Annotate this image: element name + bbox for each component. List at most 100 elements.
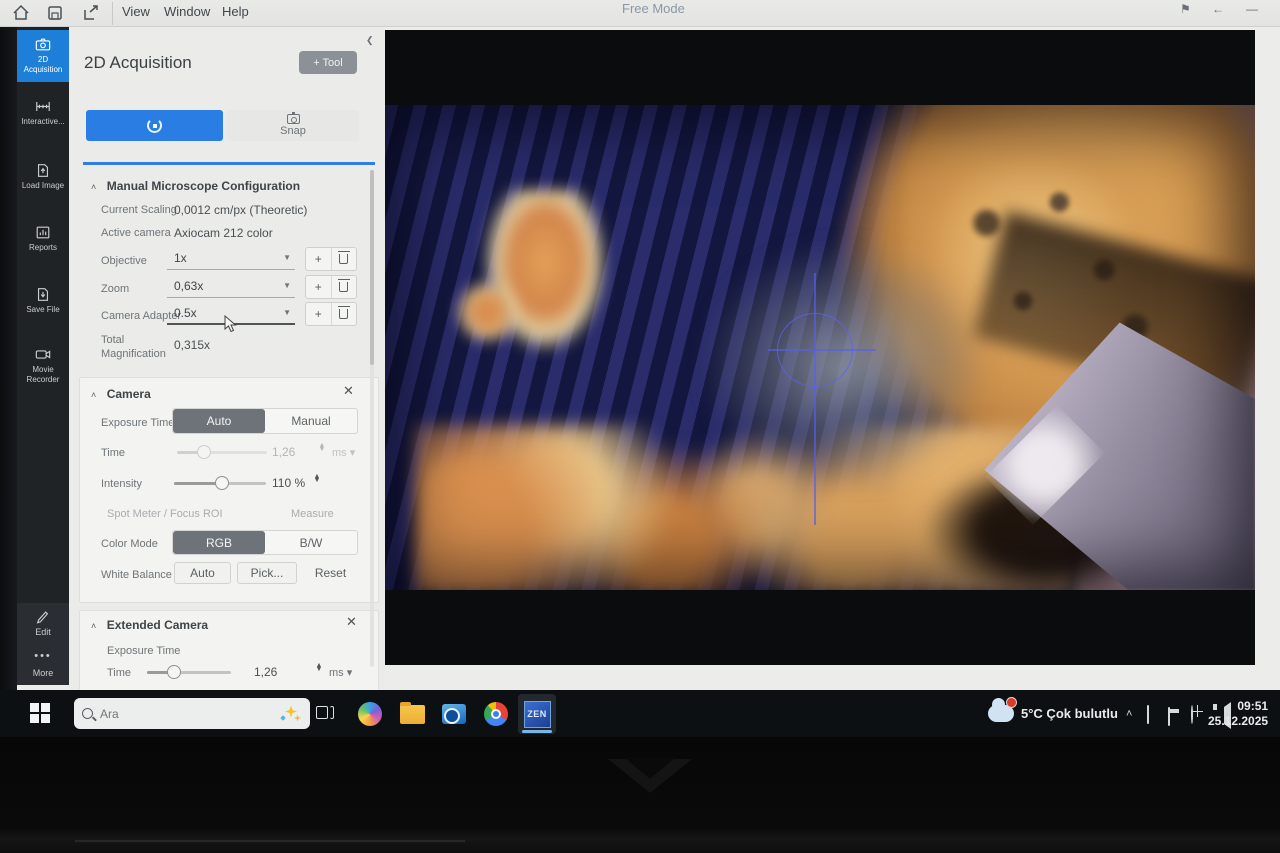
color-mode-rgb-button[interactable]: RGB	[173, 531, 265, 554]
objective-dropdown[interactable]: 1x ▼	[167, 248, 295, 270]
image-vignette	[385, 105, 1255, 590]
sidebar-item-label: Load Image	[22, 181, 64, 191]
sidebar-item-save-file[interactable]: Save File	[17, 280, 69, 322]
sidebar-item-reports[interactable]: Reports	[17, 218, 69, 260]
white-balance-label: White Balance	[101, 569, 172, 581]
time-slider-knob[interactable]	[197, 445, 211, 459]
add-tool-button[interactable]: + Tool	[299, 51, 357, 74]
wb-pick-button[interactable]: Pick...	[237, 562, 297, 584]
tray-overflow-chevron[interactable]: ˄	[1126, 690, 1132, 737]
export-icon[interactable]	[82, 4, 100, 22]
taskbar-search-box[interactable]	[74, 698, 310, 729]
taskbar-copilot-button[interactable]	[355, 699, 385, 729]
extended-close-icon[interactable]: ✕	[346, 614, 357, 630]
color-mode-bw-button[interactable]: B/W	[265, 531, 357, 554]
weather-text: 5°C Çok bulutlu	[1021, 706, 1118, 721]
intensity-slider-knob[interactable]	[215, 476, 229, 490]
tray-battery-icon[interactable]	[1168, 708, 1170, 726]
camera-section-header[interactable]: ˄ Camera	[91, 385, 151, 403]
home-icon[interactable]	[12, 4, 30, 22]
snap-camera-icon	[287, 114, 300, 124]
zoom-add-button[interactable]: +	[306, 276, 331, 298]
free-mode-label: Free Mode	[622, 1, 685, 16]
taskbar-chrome-button[interactable]	[481, 699, 511, 729]
minimize-icon[interactable]: —	[1246, 2, 1258, 16]
panel-scrollbar[interactable]	[370, 170, 374, 667]
bezel-edge-highlight	[75, 840, 465, 842]
adapter-value: 0.5x	[174, 306, 197, 320]
camera-icon	[35, 37, 52, 52]
sidebar-edit-button[interactable]: Edit	[17, 603, 69, 644]
extended-time-slider[interactable]	[147, 671, 231, 674]
scaling-value: 0,0012 cm/px (Theoretic)	[174, 203, 307, 217]
adapter-delete-button[interactable]	[331, 303, 357, 325]
camera-close-icon[interactable]: ✕	[343, 383, 354, 399]
sidebar-item-load-image[interactable]: Load Image	[17, 156, 69, 198]
feedback-icon[interactable]: ⚑	[1180, 2, 1191, 16]
objective-add-button[interactable]: +	[306, 248, 331, 270]
exposure-auto-button[interactable]: Auto	[173, 409, 265, 433]
menu-help[interactable]: Help	[222, 4, 249, 19]
sidebar-item-2d-acquisition[interactable]: 2D Acquisition	[17, 30, 69, 82]
collapse-caret-icon: ˄	[91, 182, 96, 192]
sidebar-item-interactive[interactable]: Interactive...	[17, 92, 69, 134]
snap-button[interactable]: Snap	[227, 110, 359, 141]
extended-time-stepper[interactable]: ▲▼	[314, 664, 324, 672]
undo-icon[interactable]: ←	[1212, 2, 1224, 16]
image-viewport[interactable]	[385, 30, 1255, 665]
tray-device-icon[interactable]	[1147, 706, 1149, 724]
zoom-dropdown[interactable]: 0,63x ▼	[167, 276, 295, 298]
objective-delete-button[interactable]	[331, 248, 357, 270]
time-unit-dropdown[interactable]: ms ▾	[332, 446, 355, 459]
collapse-caret-icon: ˄	[91, 621, 96, 631]
config-section-header[interactable]: ˄ Manual Microscope Configuration	[91, 177, 300, 195]
measure-link[interactable]: Measure	[291, 508, 334, 520]
total-mag-value: 0,315x	[174, 338, 210, 352]
extended-time-unit-dropdown[interactable]: ms ▾	[329, 666, 352, 679]
active-app-indicator	[522, 730, 552, 733]
zoom-delete-button[interactable]	[331, 276, 357, 298]
intensity-slider[interactable]	[174, 482, 266, 485]
start-button[interactable]	[30, 703, 50, 723]
spot-meter-link[interactable]: Spot Meter / Focus ROI	[107, 508, 223, 520]
live-stop-button[interactable]	[86, 110, 223, 141]
extended-time-value: 1,26	[254, 665, 277, 679]
taskbar-explorer-button[interactable]	[397, 699, 427, 729]
windows-taskbar: ZEN 5°C Çok bulutlu ˄ 09:51 25.12.2025	[0, 690, 1280, 737]
weather-widget[interactable]: 5°C Çok bulutlu	[988, 690, 1118, 737]
extended-section-header[interactable]: ˄ Extended Camera	[91, 616, 208, 634]
search-input[interactable]	[100, 707, 220, 721]
exposure-segmented: Auto Manual	[172, 408, 358, 434]
sidebar-more-button[interactable]: ••• More	[17, 644, 69, 685]
sidebar-item-movie-recorder[interactable]: Movie Recorder	[17, 340, 69, 392]
adapter-add-button[interactable]: +	[306, 303, 331, 325]
extended-exposure-label: Exposure Time	[107, 645, 180, 657]
page-title: 2D Acquisition	[84, 53, 192, 73]
collapse-caret-icon: ˄	[91, 390, 96, 400]
sidebar-item-label: Reports	[29, 243, 57, 253]
menu-bar: View Window Help Free Mode ⚑ ← —	[0, 0, 1280, 27]
taskbar-zen-button-active[interactable]: ZEN	[518, 694, 556, 734]
task-view-button[interactable]	[316, 704, 336, 722]
zoom-actions: +	[305, 275, 357, 299]
menu-divider	[112, 2, 113, 25]
taskbar-outlook-button[interactable]	[439, 699, 469, 729]
wb-reset-button[interactable]: Reset	[303, 562, 358, 584]
laptop-brand-logo	[608, 759, 692, 793]
intensity-stepper[interactable]: ▲▼	[312, 475, 322, 483]
report-chart-icon	[35, 225, 52, 240]
menu-window[interactable]: Window	[164, 4, 210, 19]
menu-view[interactable]: View	[122, 4, 150, 19]
taskbar-clock[interactable]: 09:51 25.12.2025	[1208, 690, 1268, 737]
extended-time-slider-knob[interactable]	[167, 665, 181, 679]
panel-collapse-chevron[interactable]: ❮	[366, 35, 374, 46]
time-slider[interactable]	[177, 451, 267, 454]
extended-heading: Extended Camera	[107, 618, 208, 632]
wb-auto-button[interactable]: Auto	[174, 562, 231, 584]
exposure-manual-button[interactable]: Manual	[265, 409, 357, 433]
tray-network-icon[interactable]	[1191, 706, 1193, 724]
sidebar-item-label: Movie Recorder	[18, 365, 68, 385]
save-icon[interactable]	[46, 4, 64, 22]
time-stepper[interactable]: ▲▼	[317, 444, 327, 452]
color-mode-segmented: RGB B/W	[172, 530, 358, 555]
